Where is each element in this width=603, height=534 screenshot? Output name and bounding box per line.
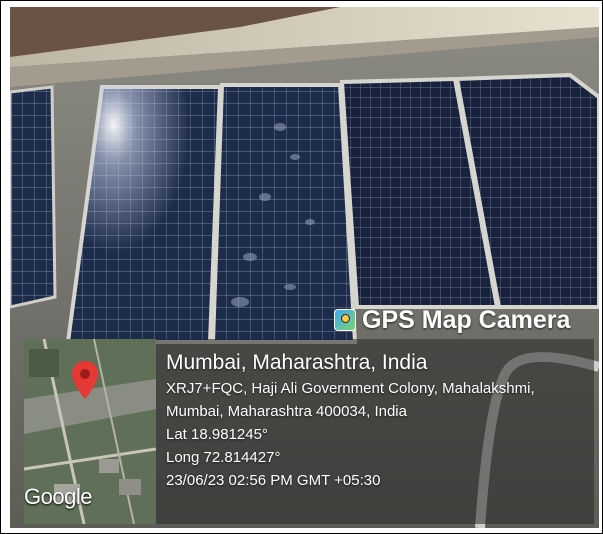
latitude: Lat 18.981245° <box>166 426 268 443</box>
location-info-panel: Google Mumbai, Maharashtra, India XRJ7+F… <box>24 339 594 524</box>
gps-map-camera-badge: GPS Map Camera <box>334 302 570 338</box>
google-watermark: Google <box>24 484 92 509</box>
gps-map-camera-app-icon <box>334 309 356 331</box>
brand-label: GPS Map Camera <box>362 305 571 334</box>
image-frame: GPS Map Camera Google Mumbai, Maharashtr… <box>0 0 603 534</box>
longitude: Long 72.814427° <box>166 449 281 466</box>
timestamp: 23/06/23 02:56 PM GMT +05:30 <box>166 472 381 489</box>
address-line-1: XRJ7+FQC, Haji Ali Government Colony, Ma… <box>166 380 535 397</box>
address-line-2: Mumbai, Maharashtra 400034, India <box>166 403 407 420</box>
location-title: Mumbai, Maharashtra, India <box>166 351 428 374</box>
map-pin-icon <box>72 361 98 399</box>
location-map-thumbnail: Google <box>24 339 156 524</box>
location-details: Mumbai, Maharashtra, India XRJ7+FQC, Haj… <box>166 349 535 492</box>
